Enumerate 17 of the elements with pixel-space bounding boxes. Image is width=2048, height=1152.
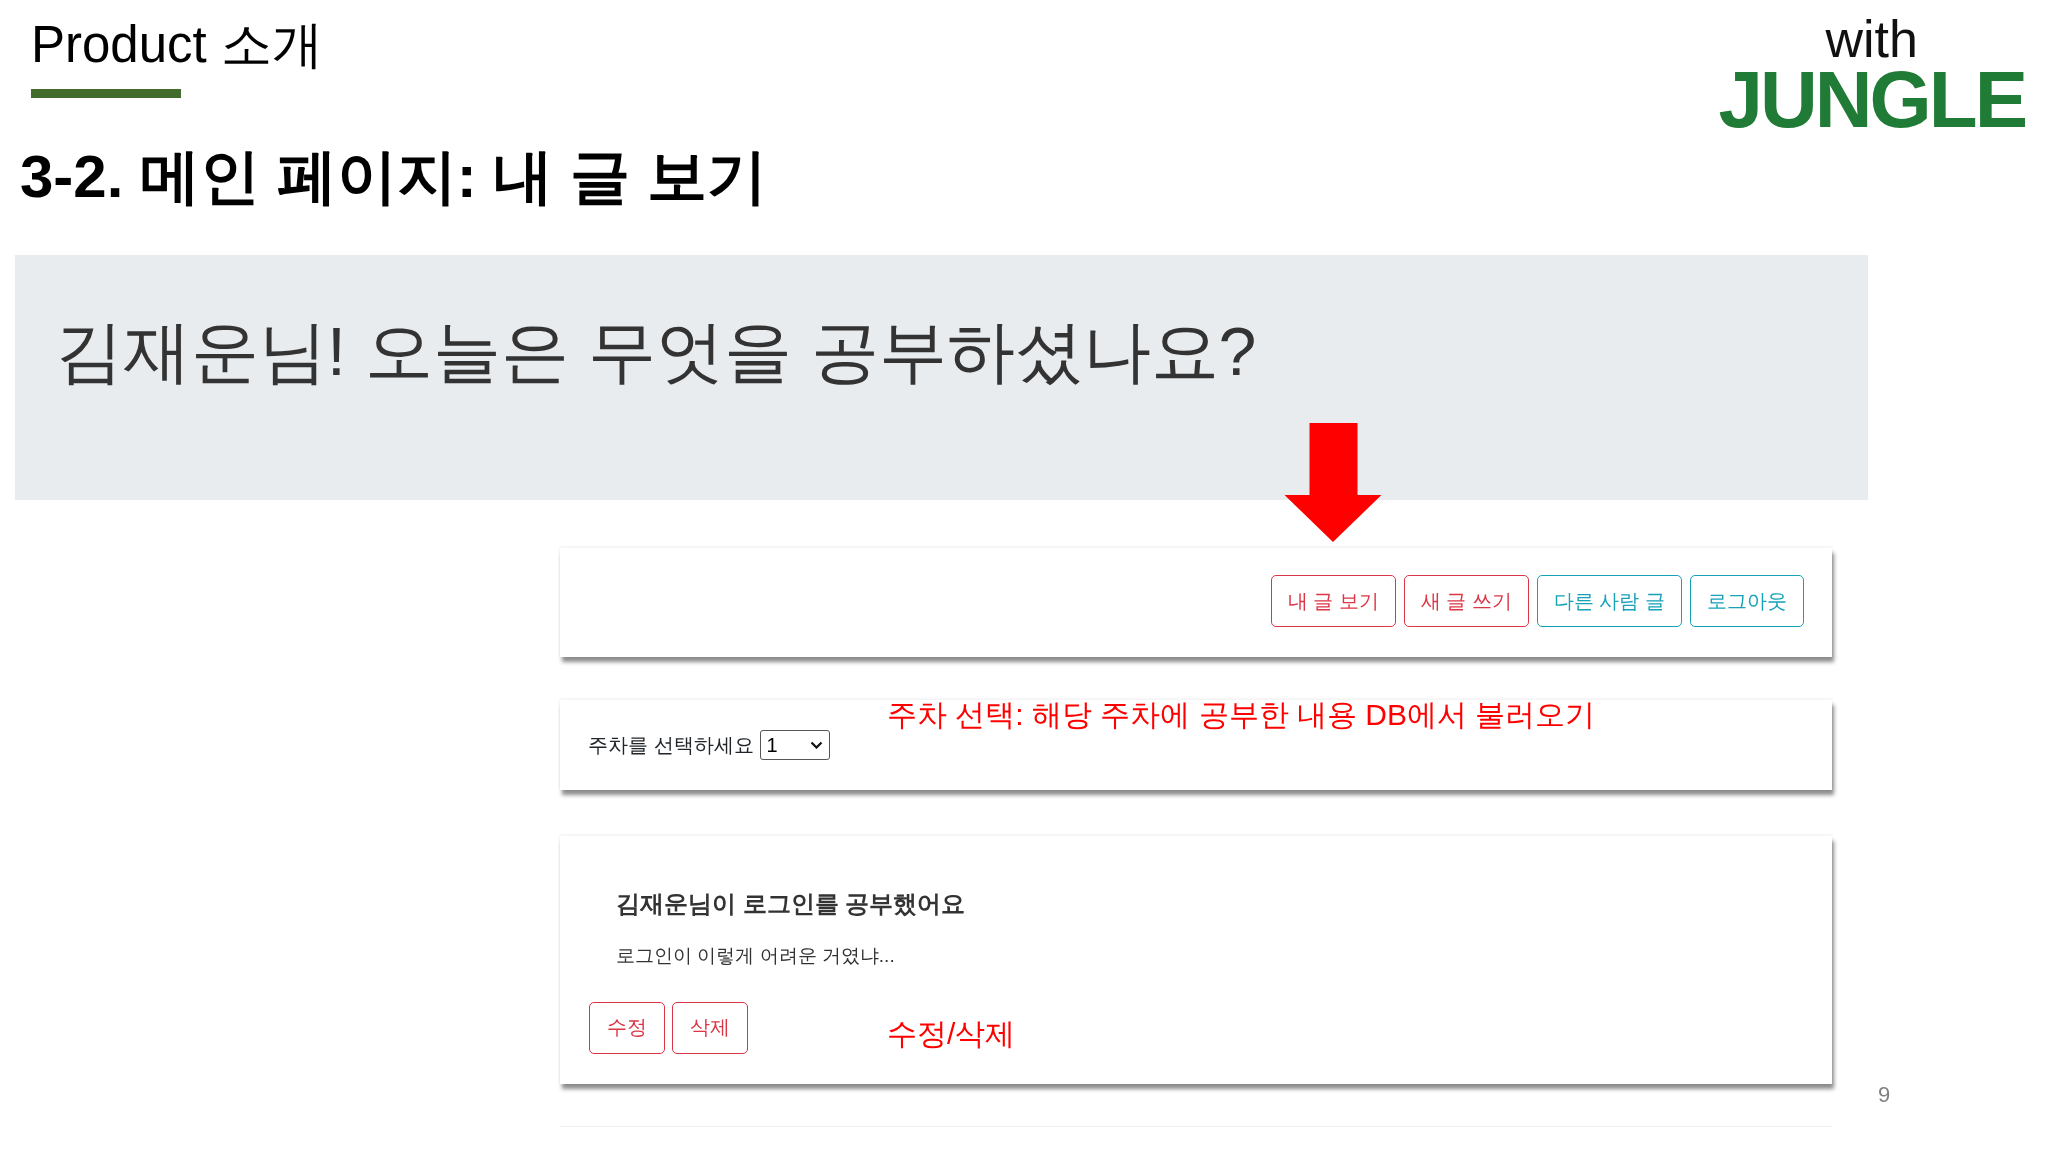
nav-button[interactable]: 내 글 보기: [1270, 575, 1396, 628]
nav-button[interactable]: 로그아웃: [1690, 575, 1804, 628]
nav-button[interactable]: 다른 사람 글: [1536, 575, 1682, 628]
post-text: 로그인이 이렇게 어려운 거였냐...: [616, 944, 895, 968]
section-label: Product 소개: [31, 15, 323, 75]
annotation-text: 주차 선택: 해당 주차에 공부한 내용 DB에서 불러오기: [887, 697, 1596, 734]
post-action-button[interactable]: 삭제: [672, 1001, 748, 1054]
annotation-text: 수정/삭제: [887, 1016, 1016, 1053]
slide-title: 3-2. 메인 페이지: 내 글 보기: [20, 142, 767, 213]
post-action-button[interactable]: 수정: [589, 1001, 665, 1054]
chevron-down-icon: [809, 741, 823, 750]
week-label: 주차를 선택하세요: [588, 732, 754, 758]
greeting-text: 김재운님! 오늘은 무엇을 공부하셨나요?: [55, 312, 1257, 392]
page-number: 9: [1878, 1082, 1891, 1108]
nav-button[interactable]: 새 글 쓰기: [1403, 575, 1529, 628]
post-title: 김재운님이 로그인를 공부했어요: [616, 890, 966, 919]
week-select[interactable]: 1: [759, 730, 830, 761]
